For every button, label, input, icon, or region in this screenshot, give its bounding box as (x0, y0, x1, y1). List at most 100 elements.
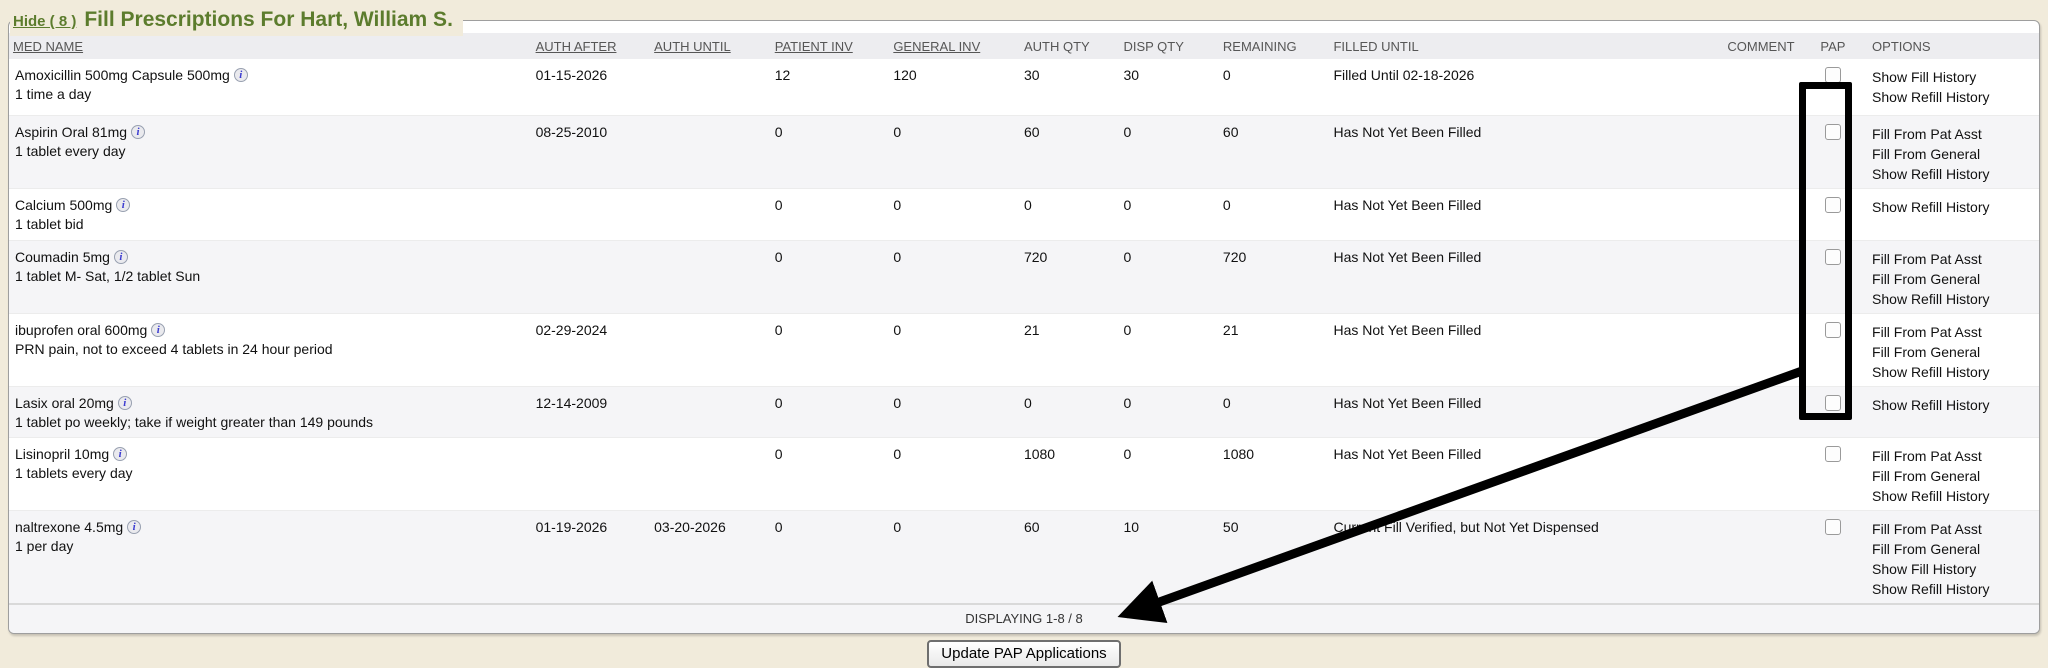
options-cell: Fill From Pat AsstFill From GeneralShow … (1858, 240, 2039, 313)
option-link-fill-from-general[interactable]: Fill From General (1872, 144, 2035, 164)
auth-until-cell (650, 437, 771, 510)
auth-after-cell: 01-15-2026 (532, 59, 651, 115)
option-link-show-refill-history[interactable]: Show Refill History (1872, 87, 2035, 107)
pap-checkbox[interactable] (1825, 249, 1841, 265)
med-cell: Lisinopril 10mgi1 tablets every day (9, 437, 532, 510)
info-icon[interactable]: i (151, 323, 165, 337)
pap-checkbox[interactable] (1825, 395, 1841, 411)
patient-inv-cell: 0 (771, 510, 890, 603)
patient-inv-cell: 0 (771, 313, 890, 386)
column-header-remaining: REMAINING (1219, 33, 1330, 59)
column-header-label: AUTH QTY (1024, 39, 1090, 54)
column-header-label[interactable]: GENERAL INV (893, 39, 980, 54)
pap-checkbox[interactable] (1825, 67, 1841, 83)
option-link-show-refill-history[interactable]: Show Refill History (1872, 289, 2035, 309)
auth-after-cell (532, 240, 651, 313)
pap-cell (1808, 59, 1858, 115)
column-header-label: OPTIONS (1872, 39, 1931, 54)
option-link-fill-from-general[interactable]: Fill From General (1872, 342, 2035, 362)
comment-cell (1723, 313, 1807, 386)
general-inv-cell: 120 (889, 59, 1020, 115)
med-name: Lasix oral 20mg (15, 395, 114, 411)
auth-qty-cell: 720 (1020, 240, 1119, 313)
auth-until-cell (650, 313, 771, 386)
pap-checkbox[interactable] (1825, 446, 1841, 462)
remaining-cell: 720 (1219, 240, 1330, 313)
med-sig: 1 tablet M- Sat, 1/2 tablet Sun (15, 268, 528, 284)
option-link-show-fill-history[interactable]: Show Fill History (1872, 559, 2035, 579)
comment-cell (1723, 59, 1807, 115)
comment-cell (1723, 188, 1807, 240)
pap-checkbox[interactable] (1825, 197, 1841, 213)
prescription-row: Calcium 500mgi1 tablet bid00000Has Not Y… (9, 188, 2039, 240)
info-icon[interactable]: i (127, 520, 141, 534)
info-icon[interactable]: i (116, 198, 130, 212)
option-link-fill-from-pat-asst[interactable]: Fill From Pat Asst (1872, 519, 2035, 539)
option-link-fill-from-pat-asst[interactable]: Fill From Pat Asst (1872, 249, 2035, 269)
option-link-show-refill-history[interactable]: Show Refill History (1872, 164, 2035, 184)
auth-until-cell (650, 59, 771, 115)
option-link-fill-from-pat-asst[interactable]: Fill From Pat Asst (1872, 446, 2035, 466)
filled-until-cell: Filled Until 02-18-2026 (1329, 59, 1723, 115)
option-link-show-refill-history[interactable]: Show Refill History (1872, 197, 2035, 217)
pap-checkbox[interactable] (1825, 322, 1841, 338)
info-icon[interactable]: i (131, 125, 145, 139)
med-cell: Aspirin Oral 81mgi1 tablet every day (9, 115, 532, 188)
auth-until-cell (650, 115, 771, 188)
comment-cell (1723, 240, 1807, 313)
pap-checkbox[interactable] (1825, 519, 1841, 535)
disp-qty-cell: 30 (1119, 59, 1218, 115)
med-cell: Lasix oral 20mg i 1 tablet po weekly; take… (9, 386, 532, 437)
med-sig: 1 time a day (15, 86, 528, 102)
filled-until-cell: Has Not Yet Been Filled (1329, 240, 1723, 313)
med-cell: Coumadin 5mg i 1 tablet M- Sat, 1/2 tablet… (9, 240, 532, 313)
med-sig: 1 tablet po weekly; take if weight great… (15, 414, 528, 430)
auth-after-cell: 01-19-2026 (532, 510, 651, 603)
info-icon[interactable]: i (113, 447, 127, 461)
option-link-show-refill-history[interactable]: Show Refill History (1872, 486, 2035, 506)
option-link-fill-from-general[interactable]: Fill From General (1872, 539, 2035, 559)
option-link-fill-from-pat-asst[interactable]: Fill From Pat Asst (1872, 322, 2035, 342)
option-link-fill-from-pat-asst[interactable]: Fill From Pat Asst (1872, 124, 2035, 144)
prescription-row: ibuprofen oral 600mgiPRN pain, not to ex… (9, 313, 2039, 386)
comment-cell (1723, 510, 1807, 603)
column-header-label[interactable]: PATIENT INV (775, 39, 853, 54)
option-link-fill-from-general[interactable]: Fill From General (1872, 466, 2035, 486)
column-header-patient_inv[interactable]: PATIENT INV (771, 33, 890, 59)
option-link-show-refill-history[interactable]: Show Refill History (1872, 362, 2035, 382)
pap-checkbox[interactable] (1825, 124, 1841, 140)
med-sig: 1 tablets every day (15, 465, 528, 481)
hide-link[interactable]: Hide ( 8 ) (13, 13, 76, 30)
filled-until-cell: Current Fill Verified, but Not Yet Dispe… (1329, 510, 1723, 603)
column-header-general_inv[interactable]: GENERAL INV (889, 33, 1020, 59)
option-link-show-refill-history[interactable]: Show Refill History (1872, 579, 2035, 599)
prescription-row: Amoxicillin 500mg Capsule 500mgi1 time a… (9, 59, 2039, 115)
column-header-med_name[interactable]: MED NAME (9, 33, 532, 59)
prescription-row: Lisinopril 10mgi1 tablets every day00108… (9, 437, 2039, 510)
remaining-cell: 0 (1219, 188, 1330, 240)
med-name: Coumadin 5mg (15, 249, 110, 265)
auth-after-cell: 08-25-2010 (532, 115, 651, 188)
option-link-show-refill-history[interactable]: Show Refill History (1872, 395, 2035, 415)
info-icon[interactable]: i (234, 68, 248, 82)
disp-qty-cell: 0 (1119, 437, 1218, 510)
info-icon[interactable]: i (114, 250, 128, 264)
column-header-label[interactable]: MED NAME (13, 39, 83, 54)
option-link-show-fill-history[interactable]: Show Fill History (1872, 67, 2035, 87)
pap-cell (1808, 313, 1858, 386)
filled-until-cell: Has Not Yet Been Filled (1329, 386, 1723, 437)
column-header-label[interactable]: AUTH UNTIL (654, 39, 731, 54)
general-inv-cell: 0 (889, 437, 1020, 510)
remaining-cell: 60 (1219, 115, 1330, 188)
column-header-label: DISP QTY (1123, 39, 1183, 54)
patient-inv-cell: 0 (771, 386, 890, 437)
column-header-auth_until[interactable]: AUTH UNTIL (650, 33, 771, 59)
column-header-label[interactable]: AUTH AFTER (536, 39, 617, 54)
info-icon[interactable]: i (118, 396, 132, 410)
column-header-auth_after[interactable]: AUTH AFTER (532, 33, 651, 59)
med-sig: 1 tablet every day (15, 143, 528, 159)
options-cell: Fill From Pat AsstFill From GeneralShow … (1858, 313, 2039, 386)
update-pap-applications-button[interactable]: Update PAP Applications (927, 640, 1120, 668)
general-inv-cell: 0 (889, 386, 1020, 437)
option-link-fill-from-general[interactable]: Fill From General (1872, 269, 2035, 289)
